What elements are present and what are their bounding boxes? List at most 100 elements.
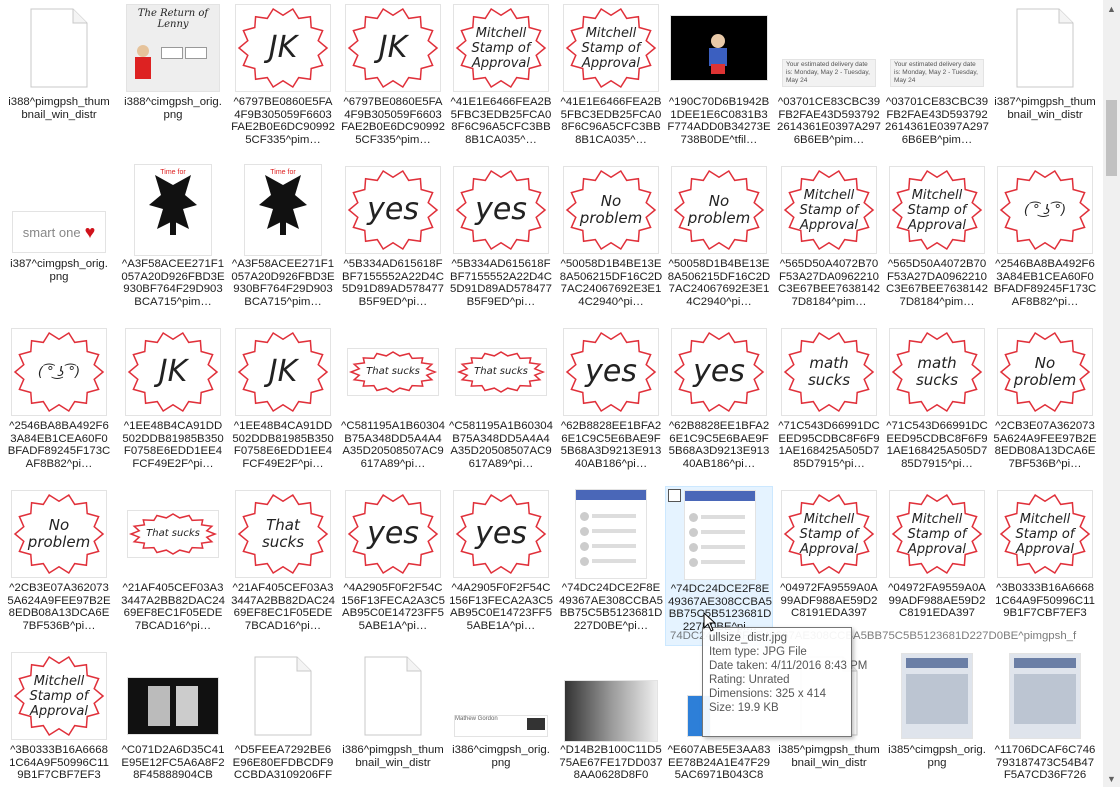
file-item[interactable]: ^74DC24DCE2F8E49367AE308CCBA5BB75C5B5123… [665, 486, 773, 646]
file-name-label: ^74DC24DCE2F8E49367AE308CCBA5BB75C5B5123… [668, 583, 772, 633]
delivery-image: Your estimated delivery date is: Monday,… [891, 60, 983, 86]
file-item[interactable]: Mitchell Stamp of Approval ^41E1E6466FEA2… [557, 0, 665, 160]
file-item[interactable]: ( ͡° ͜ʖ ͡°) ^2546BA8BA492F63A84EB1CEA60F0… [991, 162, 1099, 322]
photo-image [128, 678, 218, 734]
scroll-down-arrow-icon[interactable]: ▼ [1103, 770, 1120, 787]
thumbnail: math sucks [775, 324, 883, 420]
thumbnail: yes [557, 324, 665, 420]
thumbnail: JK [339, 0, 447, 96]
file-name-label: ^C071D2A6D35C41E95E12FC5A6A8F28F45888904… [121, 744, 225, 782]
file-name-label: ^71C543D66991DCEED95CDBC8F6F91AE168425A5… [886, 420, 988, 470]
file-item[interactable]: JK ^6797BE0860E5FA4F9B305059F6603FAE2B0E6… [229, 0, 337, 160]
vertical-scrollbar[interactable]: ▲ ▼ [1103, 0, 1120, 787]
scroll-up-arrow-icon[interactable]: ▲ [1103, 0, 1120, 17]
file-item[interactable]: JK ^1EE48B4CA91DD502DDB81985B350F0758E6ED… [119, 324, 227, 484]
file-item[interactable]: i385^cimgpsh_orig.png [883, 648, 991, 787]
file-item[interactable]: Time for ^A3F58ACEE271F1057A20D926FBD3E93… [229, 162, 337, 322]
file-item[interactable]: Your estimated delivery date is: Monday,… [775, 0, 883, 160]
file-item[interactable]: Mitchell Stamp of Approval ^04972FA9559A0… [775, 486, 883, 646]
file-item[interactable]: No problem ^50058D1B4BE13E8A506215DF16C2D… [557, 162, 665, 322]
file-item[interactable]: ^C071D2A6D35C41E95E12FC5A6A8F28F45888904… [119, 648, 227, 787]
file-item[interactable]: The Return of Lenny i388^cimgpsh_orig.png [119, 0, 227, 160]
stamp-text: Mitchell Stamp of Approval [581, 25, 641, 71]
file-item[interactable]: No problem ^2CB3E07A3620735A624A9FEE97B2E… [5, 486, 113, 646]
tooltip-date: Date taken: 4/11/2016 8:43 PM [709, 660, 868, 672]
file-item[interactable]: math sucks ^71C543D66991DCEED95CDBC8F6F91… [883, 324, 991, 484]
file-item[interactable]: That sucks ^21AF405CEF03A33447A2BB82DAC24… [229, 486, 337, 646]
file-item[interactable]: Mitchell Stamp of Approval ^565D50A4072B7… [775, 162, 883, 322]
file-item[interactable]: Mathew Gordon i386^cimgpsh_orig.png [447, 648, 555, 787]
file-item[interactable]: Time for ^A3F58ACEE271F1057A20D926FBD3E93… [119, 162, 227, 322]
file-name-label: ^03701CE83CBC39FB2FAE43D5937922614361E03… [885, 96, 989, 146]
stamp-image: yes [564, 329, 658, 415]
file-item[interactable]: ^74DC24DCE2F8E49367AE308CCBA5BB75C5B5123… [557, 486, 665, 646]
stamp-image: Mitchell Stamp of Approval [12, 653, 106, 739]
file-item[interactable]: Mitchell Stamp of Approval ^565D50A4072B7… [883, 162, 991, 322]
thumbnail [883, 648, 991, 744]
file-item[interactable]: No problem ^2CB3E07A3620735A624A9FEE97B2E… [991, 324, 1099, 484]
stamp-image: Mitchell Stamp of Approval [564, 5, 658, 91]
thumbnail: No problem [991, 324, 1099, 420]
stamp-text: Mitchell Stamp of Approval [799, 187, 859, 233]
file-item[interactable]: yes ^4A2905F0F2F54C156F13FECA2A3C5AB95C0E… [339, 486, 447, 646]
file-name-label: ^A3F58ACEE271F1057A20D926FBD3E930BF764F2… [231, 258, 335, 308]
stamp-text: Mitchell Stamp of Approval [1015, 511, 1075, 557]
file-item[interactable]: Mitchell Stamp of Approval ^3B0333B16A666… [5, 648, 113, 787]
file-item[interactable]: Mitchell Stamp of Approval ^41E1E6466FEA2… [447, 0, 555, 160]
file-item[interactable]: math sucks ^71C543D66991DCEED95CDBC8F6F91… [775, 324, 883, 484]
thumbnail: math sucks [883, 324, 991, 420]
thumbnail: Time for [119, 162, 227, 258]
file-name-label: i388^pimgpsh_thumbnail_win_distr [8, 96, 110, 121]
file-item[interactable]: smart one ♥ i387^cimgpsh_orig.png [5, 162, 113, 322]
scrollbar-thumb[interactable] [1106, 100, 1117, 176]
stamp-image: math sucks [890, 329, 984, 415]
file-item[interactable]: Your estimated delivery date is: Monday,… [883, 0, 991, 160]
file-item[interactable]: JK ^1EE48B4CA91DD502DDB81985B350F0758E6ED… [229, 324, 337, 484]
file-item[interactable]: ( ͡° ͜ʖ ͡°) ^2546BA8BA492F63A84EB1CEA60F0… [5, 324, 113, 484]
file-item[interactable]: yes ^62B8828EE1BFA26E1C9C5E6BAE9F5B68A3D9… [665, 324, 773, 484]
stamp-text: That sucks [146, 528, 200, 539]
file-item[interactable]: That sucks ^C581195A1B60304B75A348DD5A4A4… [447, 324, 555, 484]
file-name-label: ^E607ABE5E3AA83EE78B24A1E47F295AC6971B04… [667, 744, 771, 782]
thumbnail: Mitchell Stamp of Approval [5, 648, 113, 744]
file-item[interactable]: ^190C70D6B1942B1DEE1E6C0831B3F774ADD0B34… [665, 0, 773, 160]
file-name-label: ^565D50A4072B70F53A27DA0962210C3E67BEE76… [886, 258, 988, 308]
file-name-label: ^5B334AD615618FBF7155552A22D4C5D91D89AD5… [342, 258, 444, 308]
tooltip-rating: Rating: Unrated [709, 674, 790, 686]
stamp-text: math sucks [807, 354, 851, 389]
thumbnail: yes [447, 486, 555, 582]
stamp-image: JK [236, 329, 330, 415]
selection-checkbox[interactable] [668, 489, 681, 502]
file-item[interactable]: That sucks ^21AF405CEF03A33447A2BB82DAC24… [119, 486, 227, 646]
file-item[interactable]: i388^pimgpsh_thumbnail_win_distr [5, 0, 113, 160]
file-item[interactable]: Mitchell Stamp of Approval ^3B0333B16A666… [991, 486, 1099, 646]
file-item[interactable]: i386^pimgpsh_thumbnail_win_distr [339, 648, 447, 787]
file-item[interactable]: JK ^6797BE0860E5FA4F9B305059F6603FAE2B0E6… [339, 0, 447, 160]
thumbnail [119, 648, 227, 744]
stamp-text: No problem [27, 516, 91, 551]
file-item[interactable]: Mitchell Stamp of Approval ^04972FA9559A0… [883, 486, 991, 646]
file-item[interactable]: i387^pimgpsh_thumbnail_win_distr [991, 0, 1099, 160]
document-icon [1016, 8, 1074, 88]
file-item[interactable]: ^D5FEEA7292BE6E96E80EFDBCDF9CCBDA3109206… [229, 648, 337, 787]
thumbnail: yes [447, 162, 555, 258]
file-item[interactable]: yes ^5B334AD615618FBF7155552A22D4C5D91D89… [339, 162, 447, 322]
file-item[interactable]: That sucks ^C581195A1B60304B75A348DD5A4A4… [339, 324, 447, 484]
file-name-label: ^D14B2B100C11D575AE67FE17DD0378AA0628D8F… [559, 744, 663, 782]
file-item[interactable]: ^D14B2B100C11D575AE67FE17DD0378AA0628D8F… [557, 648, 665, 787]
file-item[interactable]: No problem ^50058D1B4BE13E8A506215DF16C2D… [665, 162, 773, 322]
stamp-image: Mitchell Stamp of Approval [454, 5, 548, 91]
file-item[interactable]: yes ^5B334AD615618FBF7155552A22D4C5D91D89… [447, 162, 555, 322]
video-thumbnail [671, 16, 767, 80]
thumbnail: No problem [557, 162, 665, 258]
thumbnail: That sucks [229, 486, 337, 582]
file-item[interactable]: yes ^4A2905F0F2F54C156F13FECA2A3C5AB95C0E… [447, 486, 555, 646]
file-name-label: ^62B8828EE1BFA26E1C9C5E6BAE9F5B68A3D9213… [668, 420, 770, 470]
stamp-text: yes [475, 516, 527, 551]
message-bar-image: Mathew Gordon [455, 716, 547, 736]
phone-screenshot [576, 490, 646, 578]
file-item[interactable]: ^11706DCAF6C746793187473C54B47F5A7CD36F7… [991, 648, 1099, 787]
file-name-label: ^2CB3E07A3620735A624A9FEE97B2E8EDB08A13D… [993, 420, 1097, 470]
file-name-label: ^1EE48B4CA91DD502DDB81985B350F0758E6EDD1… [122, 420, 224, 470]
file-item[interactable]: yes ^62B8828EE1BFA26E1C9C5E6BAE9F5B68A3D9… [557, 324, 665, 484]
